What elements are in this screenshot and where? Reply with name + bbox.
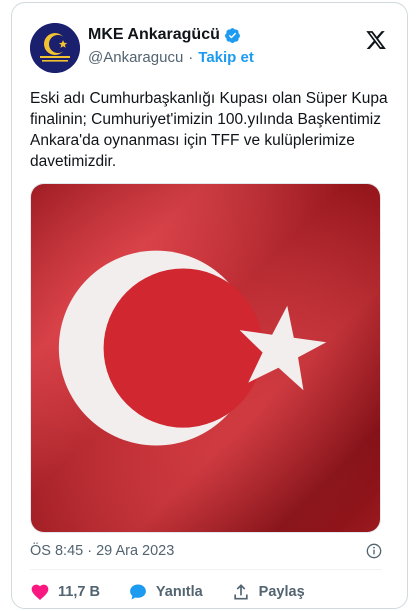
verified-badge-icon xyxy=(224,27,240,43)
separator-dot: · xyxy=(188,49,194,66)
reply-label: Yanıtla xyxy=(155,584,203,600)
tweet-card: MKE Ankaragücü @Ankaragucu · Takip et Es… xyxy=(11,2,408,609)
tweet-text: Eski adı Cumhurbaşkanlığı Kupası olan Sü… xyxy=(30,90,388,170)
like-button[interactable]: 11,7 B xyxy=(30,582,100,602)
divider xyxy=(30,569,382,570)
avatar-logo-icon xyxy=(30,23,80,73)
user-handle[interactable]: @Ankaragucu xyxy=(88,49,183,66)
tweet-header: MKE Ankaragücü @Ankaragucu · Takip et xyxy=(30,23,391,75)
heart-icon xyxy=(31,584,49,600)
follow-button[interactable]: Takip et xyxy=(198,49,254,66)
share-label: Paylaş xyxy=(258,584,305,600)
timestamp[interactable]: ÖS 8:45 · 29 Ara 2023 xyxy=(30,543,174,559)
action-bar: 11,7 B Yanıtla Paylaş xyxy=(30,582,333,602)
turkish-flag-image xyxy=(31,184,380,532)
share-icon xyxy=(234,584,248,600)
tweet-media[interactable] xyxy=(30,183,381,533)
avatar[interactable] xyxy=(30,23,80,73)
like-count: 11,7 B xyxy=(58,584,100,600)
user-info: MKE Ankaragücü @Ankaragucu · Takip et xyxy=(88,26,254,66)
tweet-meta: ÖS 8:45 · 29 Ara 2023 xyxy=(30,543,382,559)
info-icon[interactable] xyxy=(366,543,382,559)
x-logo-icon[interactable] xyxy=(365,29,387,51)
share-button[interactable]: Paylaş xyxy=(231,582,305,602)
reply-button[interactable]: Yanıtla xyxy=(128,582,203,602)
display-name[interactable]: MKE Ankaragücü xyxy=(88,26,220,44)
reply-bubble-icon xyxy=(130,584,146,600)
